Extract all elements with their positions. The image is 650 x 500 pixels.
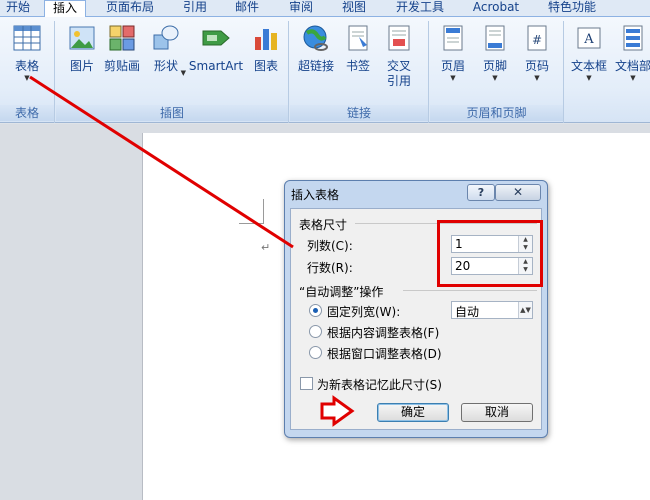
chart-icon (255, 29, 277, 50)
bookmark-icon (348, 25, 368, 51)
autofit-contents-radio[interactable] (309, 325, 322, 338)
cross-reference-button[interactable]: 交叉 引用 (382, 23, 416, 89)
autofit-window-radio[interactable] (309, 346, 322, 359)
help-button[interactable]: ? (467, 184, 495, 201)
group-header-footer: 页眉 ▼ 页脚 ▼ # 页码 ▼ 页眉和页脚 (430, 21, 564, 123)
header-button[interactable]: 页眉 ▼ (436, 23, 470, 83)
quick-parts-button-label: 文档部 (614, 59, 650, 73)
columns-label: 列数(C): (307, 239, 353, 253)
group-label-links: 链接 (290, 105, 428, 121)
page-number-button[interactable]: # 页码 ▼ (520, 23, 554, 83)
group-text: A 文本框 ▼ 文档部 ▼ (565, 21, 650, 123)
smartart-button[interactable]: SmartArt (186, 23, 246, 74)
cross-reference-label-1: 交叉 (386, 59, 411, 73)
group-label-header-footer: 页眉和页脚 (430, 105, 563, 121)
crop-mark-vertical (263, 199, 264, 224)
clipart-button-label: 剪贴画 (103, 59, 140, 73)
hyperlink-button[interactable]: 超链接 (294, 23, 338, 74)
table-size-group-title: 表格尺寸 (299, 218, 348, 232)
tab-references[interactable]: 引用 (175, 0, 215, 17)
ribbon-tab-bar: 开始 插入 页面布局 引用 邮件 审阅 视图 开发工具 Acrobat 特色功能 (0, 0, 650, 18)
ok-button[interactable]: 确定 (377, 403, 449, 422)
group-label-tables: 表格 (0, 105, 54, 121)
footer-button-label: 页脚 (482, 59, 507, 73)
tab-view[interactable]: 视图 (334, 0, 374, 17)
chevron-down-icon: ▼ (534, 74, 540, 82)
autofit-contents-label[interactable]: 根据内容调整表格(F) (327, 324, 439, 341)
tab-review[interactable]: 审阅 (281, 0, 321, 17)
header-button-label: 页眉 (440, 59, 465, 73)
tab-acrobat[interactable]: Acrobat (466, 0, 526, 17)
tab-insert[interactable]: 插入 (44, 0, 86, 18)
crop-mark-horizontal (239, 223, 264, 224)
tab-developer[interactable]: 开发工具 (388, 0, 452, 17)
group-links: 超链接 书签 交叉 引用 链接 (290, 21, 429, 123)
group-tables: 表格 ▼ 表格 (0, 21, 55, 123)
remember-dimensions-label[interactable]: 为新表格记忆此尺寸(S) (317, 376, 442, 393)
spinner-icon[interactable]: ▲▼ (518, 302, 532, 318)
tab-mailings[interactable]: 邮件 (227, 0, 267, 17)
shapes-icon (153, 25, 179, 50)
autofit-window-label[interactable]: 根据窗口调整表格(D) (327, 345, 442, 362)
picture-button-label: 图片 (69, 59, 94, 73)
textbox-button-label: 文本框 (570, 59, 607, 73)
quick-parts-button[interactable]: 文档部 ▼ (613, 23, 650, 83)
chart-button-label: 图表 (253, 59, 278, 73)
tab-page-layout[interactable]: 页面布局 (98, 0, 162, 17)
close-button[interactable]: ✕ (495, 184, 541, 201)
highlight-box (437, 220, 543, 287)
svg-text:#: # (532, 33, 542, 47)
group-illustrations: 图片 剪贴画 形状 ▼ SmartArt 图表 插图 (56, 21, 289, 123)
page-number-button-label: 页码 (524, 59, 549, 73)
chart-button[interactable]: 图表 (248, 23, 284, 74)
footer-icon (485, 25, 505, 51)
chevron-down-icon: ▼ (586, 74, 592, 82)
cancel-button[interactable]: 取消 (461, 403, 533, 422)
picture-button[interactable]: 图片 (64, 23, 100, 74)
bookmark-button-label: 书签 (345, 59, 370, 73)
table-button-label: 表格 (14, 59, 39, 73)
dialog-title: 插入表格 (291, 188, 340, 202)
ribbon: 表格 ▼ 表格 图片 剪贴画 形状 ▼ SmartArt 图表 插图 超链接 书… (0, 17, 650, 123)
smartart-button-label: SmartArt (188, 59, 244, 73)
textbox-icon: A (577, 27, 601, 49)
tab-home[interactable]: 开始 (0, 0, 36, 17)
insert-table-dialog: 插入表格 ? ✕ 表格尺寸 列数(C): 1 ▲ ▼ 行数(R): 20 ▲ ▼… (284, 180, 548, 438)
globe-link-icon (303, 25, 328, 51)
chevron-down-icon: ▼ (492, 74, 498, 82)
fixed-width-label[interactable]: 固定列宽(W): (327, 303, 400, 320)
bookmark-button[interactable]: 书签 (342, 23, 374, 74)
picture-icon (69, 26, 95, 50)
shapes-button[interactable]: 形状 ▼ (148, 23, 186, 77)
tab-special-features[interactable]: 特色功能 (540, 0, 604, 17)
chevron-down-icon: ▼ (630, 74, 636, 82)
chevron-down-icon: ▼ (450, 74, 456, 82)
textbox-button[interactable]: A 文本框 ▼ (569, 23, 609, 83)
clipart-button[interactable]: 剪贴画 (102, 23, 142, 74)
svg-text:A: A (583, 32, 594, 47)
fixed-width-value[interactable]: 自动 (455, 303, 479, 320)
autofit-group-title: “自动调整”操作 (299, 285, 384, 299)
clipart-icon (109, 25, 135, 51)
chevron-down-icon: ▼ (24, 74, 30, 82)
remember-dimensions-checkbox[interactable] (300, 377, 313, 390)
hyperlink-button-label: 超链接 (297, 59, 334, 73)
paragraph-mark: ↵ (261, 241, 271, 254)
cross-reference-icon (388, 25, 410, 51)
fixed-width-radio[interactable] (309, 304, 322, 317)
quick-parts-icon (623, 25, 643, 51)
table-button[interactable]: 表格 ▼ (8, 23, 46, 83)
divider (403, 290, 537, 291)
table-icon (13, 25, 41, 51)
shapes-button-label: 形状 (153, 59, 178, 73)
footer-button[interactable]: 页脚 ▼ (478, 23, 512, 83)
cross-reference-label-2: 引用 (386, 74, 411, 88)
group-label-illustrations: 插图 (56, 105, 288, 121)
rows-label: 行数(R): (307, 261, 353, 275)
header-icon (443, 25, 463, 51)
fixed-width-select[interactable]: 自动 ▲▼ (451, 301, 533, 319)
smartart-icon (202, 30, 230, 46)
page-number-icon: # (527, 25, 547, 51)
